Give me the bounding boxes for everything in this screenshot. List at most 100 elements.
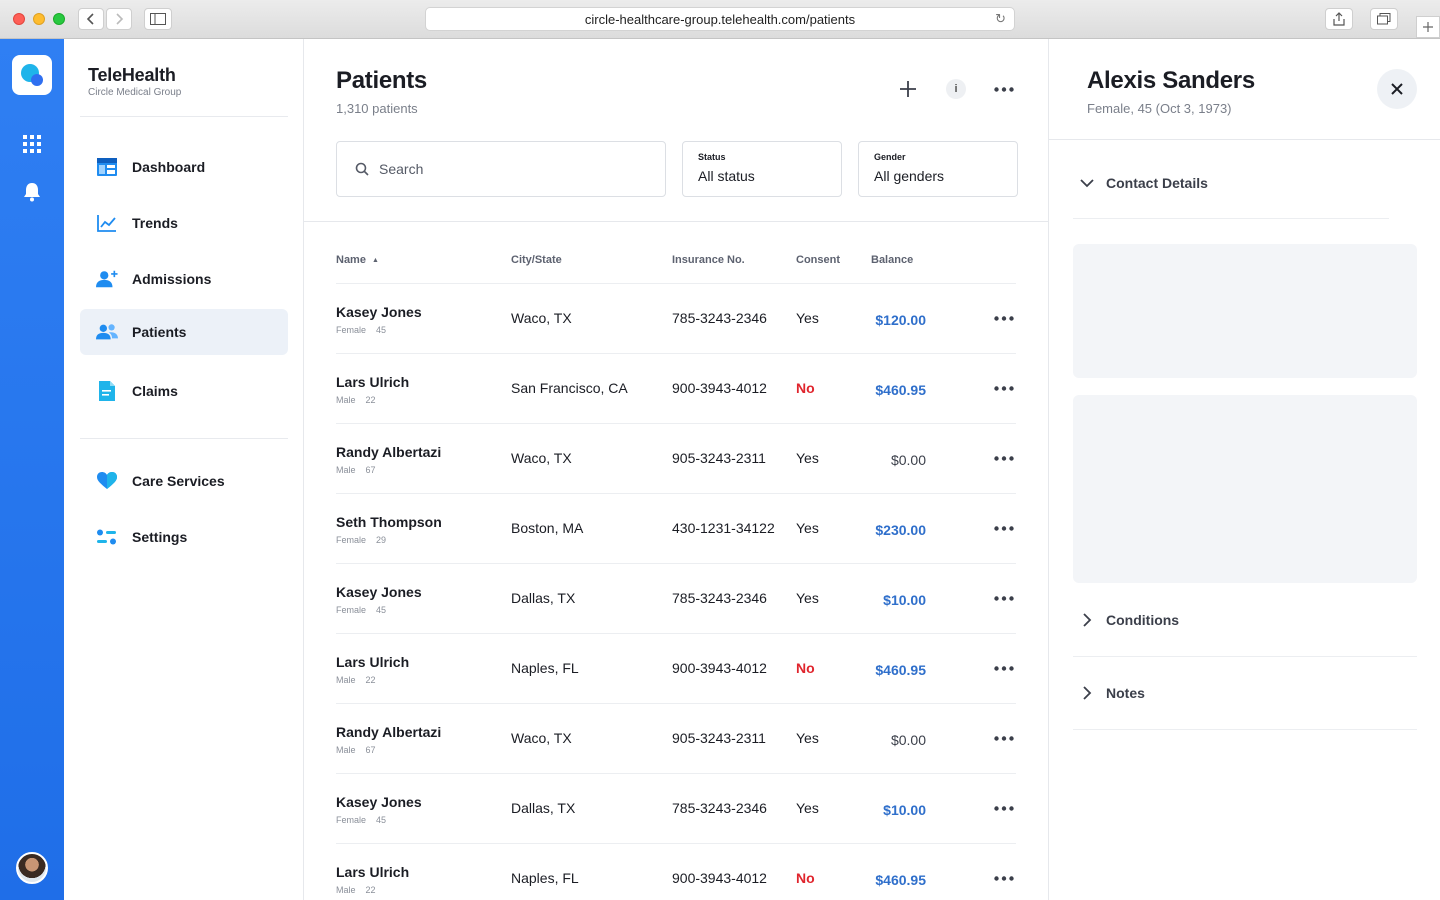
- patient-name-cell: Lars Ulrich: [336, 374, 410, 390]
- apps-grid-icon[interactable]: [20, 132, 44, 156]
- tabs-button[interactable]: [1370, 8, 1398, 30]
- balance-cell: $460.95: [875, 872, 926, 888]
- column-header-name[interactable]: Name ▲: [336, 254, 379, 266]
- add-patient-button[interactable]: [896, 77, 920, 101]
- patient-gender: Female: [336, 535, 367, 545]
- conditions-label: Conditions: [1106, 612, 1180, 628]
- table-row[interactable]: Kasey Jones Female 45 Waco, TX 785-3243-2346…: [336, 283, 1016, 353]
- sidebar-item-label: Claims: [132, 383, 178, 399]
- table-row[interactable]: Seth Thompson Female 29 Boston, MA 430-1231-…: [336, 493, 1016, 563]
- chevron-left-icon: [86, 13, 94, 25]
- more-icon: [994, 86, 1014, 92]
- chevron-right-icon: [116, 13, 124, 25]
- document-icon: [96, 380, 118, 402]
- table-row[interactable]: Lars Ulrich Male 22 Naples, FL 900-3943-4012…: [336, 843, 1016, 900]
- app-logo[interactable]: [12, 55, 52, 95]
- city-state-cell: Dallas, TX: [511, 800, 576, 816]
- column-header-insurance[interactable]: Insurance No.: [672, 254, 745, 266]
- share-button[interactable]: [1325, 8, 1353, 30]
- section-divider: [1073, 218, 1389, 219]
- table-row[interactable]: Randy Albertazi Male 67 Waco, TX 905-3243-23…: [336, 703, 1016, 773]
- row-actions-button[interactable]: [992, 798, 1016, 818]
- city-state-cell: Dallas, TX: [511, 590, 576, 606]
- url-text: circle-healthcare-group.telehealth.com/p…: [584, 11, 856, 27]
- address-bar[interactable]: circle-healthcare-group.telehealth.com/p…: [425, 7, 1015, 31]
- conditions-toggle[interactable]: Conditions: [1077, 612, 1417, 628]
- patient-count: 1,310 patients: [336, 101, 418, 116]
- more-icon: [994, 315, 1014, 321]
- gender-filter-value: All genders: [874, 168, 945, 184]
- column-header-city[interactable]: City/State: [511, 254, 562, 266]
- sidebar-item-label: Care Services: [132, 473, 225, 489]
- back-button[interactable]: [78, 8, 104, 30]
- insurance-cell: 905-3243-2311: [672, 730, 766, 746]
- row-actions-button[interactable]: [992, 868, 1016, 888]
- row-actions-button[interactable]: [992, 308, 1016, 328]
- brand-title: TeleHealth: [88, 65, 176, 85]
- status-filter-label: Status: [698, 152, 726, 162]
- patient-gender: Male: [336, 745, 356, 755]
- status-filter[interactable]: Status All status: [682, 141, 842, 197]
- sidebar-item-trends[interactable]: Trends: [80, 200, 288, 246]
- search-input[interactable]: Search: [336, 141, 666, 197]
- patient-gender: Male: [336, 675, 356, 685]
- sidebar-item-patients[interactable]: Patients: [80, 309, 288, 355]
- plus-icon: [1423, 22, 1433, 32]
- balance-cell: $10.00: [883, 592, 926, 608]
- row-actions-button[interactable]: [992, 588, 1016, 608]
- sidebar-item-claims[interactable]: Claims: [80, 368, 288, 414]
- page-title: Patients: [336, 67, 427, 94]
- sidebar-item-label: Trends: [132, 215, 178, 231]
- notes-toggle[interactable]: Notes: [1077, 685, 1417, 701]
- sidebar-divider: [80, 116, 288, 117]
- patient-gender: Male: [336, 395, 356, 405]
- chevron-down-icon: [1077, 178, 1097, 188]
- row-actions-button[interactable]: [992, 658, 1016, 678]
- gender-filter[interactable]: Gender All genders: [858, 141, 1018, 197]
- sidebar-icon: [150, 13, 166, 25]
- insurance-cell: 905-3243-2311: [672, 450, 766, 466]
- consent-cell: Yes: [796, 730, 819, 746]
- city-state-cell: Waco, TX: [511, 310, 572, 326]
- balance-cell: $10.00: [883, 802, 926, 818]
- close-panel-button[interactable]: [1377, 69, 1417, 109]
- search-placeholder: Search: [379, 161, 424, 177]
- user-avatar[interactable]: [16, 852, 48, 884]
- sidebar-item-dashboard[interactable]: Dashboard: [80, 144, 288, 190]
- row-actions-button[interactable]: [992, 518, 1016, 538]
- reload-icon[interactable]: ↻: [995, 11, 1006, 27]
- table-row[interactable]: Randy Albertazi Male 67 Waco, TX 905-3243-23…: [336, 423, 1016, 493]
- table-row[interactable]: Kasey Jones Female 45 Dallas, TX 785-3243-23…: [336, 773, 1016, 843]
- zoom-window-button[interactable]: [53, 13, 65, 25]
- detail-divider: [1049, 139, 1440, 140]
- info-button[interactable]: i: [946, 79, 966, 99]
- column-header-balance[interactable]: Balance: [871, 254, 913, 266]
- row-actions-button[interactable]: [992, 728, 1016, 748]
- table-row[interactable]: Lars Ulrich Male 22 Naples, FL 900-3943-4012…: [336, 633, 1016, 703]
- consent-cell: Yes: [796, 310, 819, 326]
- row-actions-button[interactable]: [992, 448, 1016, 468]
- patient-meta: Female 45: [336, 325, 386, 335]
- insurance-cell: 900-3943-4012: [672, 380, 767, 396]
- trends-icon: [96, 212, 118, 234]
- column-header-consent[interactable]: Consent: [796, 254, 840, 266]
- sidebar-item-settings[interactable]: Settings: [80, 514, 288, 560]
- minimize-window-button[interactable]: [33, 13, 45, 25]
- insurance-cell: 785-3243-2346: [672, 310, 767, 326]
- balance-cell: $460.95: [875, 382, 926, 398]
- new-tab-button[interactable]: [1416, 16, 1440, 38]
- sidebar-toggle-button[interactable]: [144, 8, 172, 30]
- bell-icon[interactable]: [20, 180, 44, 204]
- notes-label: Notes: [1106, 685, 1145, 701]
- more-options-button[interactable]: [992, 77, 1016, 101]
- logo-icon: [21, 64, 43, 86]
- sidebar-item-admissions[interactable]: Admissions: [80, 256, 288, 302]
- contact-details-toggle[interactable]: Contact Details: [1077, 175, 1417, 191]
- row-actions-button[interactable]: [992, 378, 1016, 398]
- table-row[interactable]: Kasey Jones Female 45 Dallas, TX 785-3243-23…: [336, 563, 1016, 633]
- table-row[interactable]: Lars Ulrich Male 22 San Francisco, CA 900-39…: [336, 353, 1016, 423]
- close-window-button[interactable]: [13, 13, 25, 25]
- forward-button[interactable]: [106, 8, 132, 30]
- sidebar-item-care-services[interactable]: Care Services: [80, 458, 288, 504]
- balance-cell: $0.00: [890, 732, 926, 748]
